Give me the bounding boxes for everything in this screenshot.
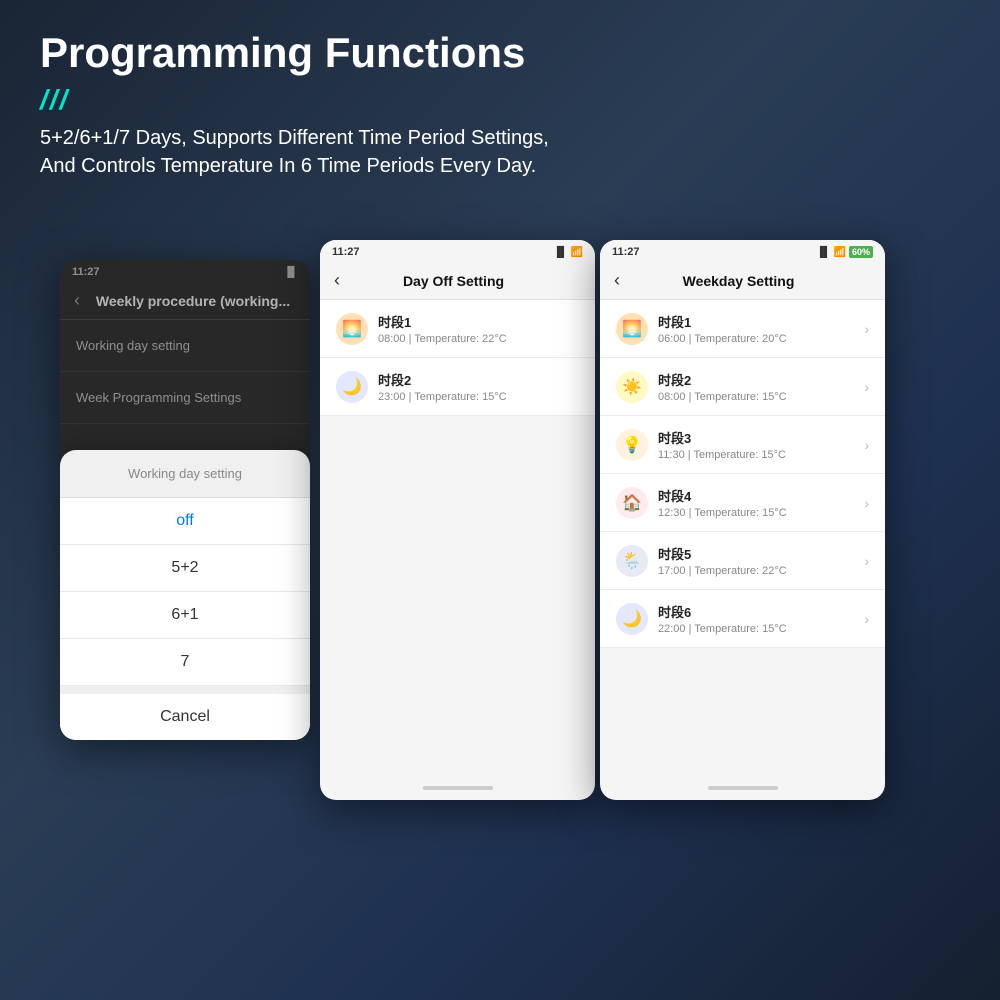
phone3-item-5-subtitle: 17:00 | Temperature: 22°C — [658, 565, 864, 577]
phone3-item-4[interactable]: 🏠 时段4 12:30 | Temperature: 15°C › — [600, 474, 885, 532]
phone-1: 11:27 ▐▌ ‹ Weekly procedure (working... … — [60, 260, 310, 740]
phone3-item-2[interactable]: ☀️ 时段2 08:00 | Temperature: 15°C › — [600, 358, 885, 416]
phone3-back-arrow[interactable]: ‹ — [614, 270, 620, 291]
phone3-icon-5: 🌦️ — [616, 545, 648, 577]
phone3-status-icons: ▐▌ 📶 60% — [816, 246, 873, 258]
phone-2: 11:27 ▐▌ 📶 ‹ Day Off Setting 🌅 时段1 08:00… — [320, 240, 595, 800]
phone2-home-indicator — [423, 786, 493, 790]
main-title: Programming Functions — [40, 30, 960, 76]
sheet-option-off[interactable]: off — [60, 498, 310, 545]
phone2-nav-title: Day Off Setting — [350, 273, 557, 289]
phone3-item-1-text: 时段1 06:00 | Temperature: 20°C — [658, 312, 864, 345]
sheet-option-7[interactable]: 7 — [60, 639, 310, 686]
sheet-cancel[interactable]: Cancel — [60, 694, 310, 740]
phone3-chevron-3: › — [864, 437, 869, 453]
phone3-item-4-text: 时段4 12:30 | Temperature: 15°C — [658, 486, 864, 519]
sheet-option-6plus1[interactable]: 6+1 — [60, 592, 310, 639]
phone3-item-4-subtitle: 12:30 | Temperature: 15°C — [658, 507, 864, 519]
phone3-item-6-subtitle: 22:00 | Temperature: 15°C — [658, 623, 864, 635]
phone3-item-3-title: 时段3 — [658, 428, 864, 447]
phone2-item-2-title: 时段2 — [378, 370, 579, 389]
phone3-item-4-title: 时段4 — [658, 486, 864, 505]
phone3-chevron-4: › — [864, 495, 869, 511]
phone2-item-2-text: 时段2 23:00 | Temperature: 15°C — [378, 370, 579, 403]
phone2-item-1[interactable]: 🌅 时段1 08:00 | Temperature: 22°C — [320, 300, 595, 358]
phones-container: 11:27 ▐▌ ‹ Weekly procedure (working... … — [30, 240, 970, 980]
phone3-item-5-text: 时段5 17:00 | Temperature: 22°C — [658, 544, 864, 577]
phone3-chevron-1: › — [864, 321, 869, 337]
phone2-item-1-title: 时段1 — [378, 312, 579, 331]
phone3-item-6[interactable]: 🌙 时段6 22:00 | Temperature: 15°C › — [600, 590, 885, 648]
phone3-item-2-text: 时段2 08:00 | Temperature: 15°C — [658, 370, 864, 403]
phone3-wifi-icon: 📶 — [834, 247, 846, 258]
phone3-item-1-title: 时段1 — [658, 312, 864, 331]
phone3-chevron-6: › — [864, 611, 869, 627]
phone2-item-2-subtitle: 23:00 | Temperature: 15°C — [378, 391, 579, 403]
phone-3: 11:27 ▐▌ 📶 60% ‹ Weekday Setting 🌅 时段1 0… — [600, 240, 885, 800]
phone3-nav-bar: ‹ Weekday Setting — [600, 262, 885, 300]
phone2-item-1-subtitle: 08:00 | Temperature: 22°C — [378, 333, 579, 345]
phone3-item-1[interactable]: 🌅 时段1 06:00 | Temperature: 20°C › — [600, 300, 885, 358]
phone3-icon-6: 🌙 — [616, 603, 648, 635]
phone3-time: 11:27 — [612, 246, 640, 258]
phone2-nav-bar: ‹ Day Off Setting — [320, 262, 595, 300]
phone3-status-bar: 11:27 ▐▌ 📶 60% — [600, 240, 885, 262]
header-section: Programming Functions /// 5+2/6+1/7 Days… — [40, 30, 960, 180]
phone3-item-6-text: 时段6 22:00 | Temperature: 15°C — [658, 602, 864, 635]
phone2-back-arrow[interactable]: ‹ — [334, 270, 340, 291]
phone2-icon-2: 🌙 — [336, 371, 368, 403]
subtitle: 5+2/6+1/7 Days, Supports Different Time … — [40, 124, 960, 180]
phone3-icon-2: ☀️ — [616, 371, 648, 403]
phone2-signal-icon: ▐▌ — [553, 247, 567, 258]
phone3-item-5[interactable]: 🌦️ 时段5 17:00 | Temperature: 22°C › — [600, 532, 885, 590]
phone3-item-2-title: 时段2 — [658, 370, 864, 389]
sheet-option-5plus2[interactable]: 5+2 — [60, 545, 310, 592]
phone2-item-1-text: 时段1 08:00 | Temperature: 22°C — [378, 312, 579, 345]
phone2-icon-1: 🌅 — [336, 313, 368, 345]
phone3-item-3[interactable]: 💡 时段3 11:30 | Temperature: 15°C › — [600, 416, 885, 474]
phone3-icon-4: 🏠 — [616, 487, 648, 519]
phone3-icon-1: 🌅 — [616, 313, 648, 345]
title-accent: /// — [40, 84, 960, 116]
sheet-title: Working day setting — [60, 450, 310, 498]
phone3-icon-3: 💡 — [616, 429, 648, 461]
phone2-status-bar: 11:27 ▐▌ 📶 — [320, 240, 595, 262]
phone3-signal-icon: ▐▌ — [816, 247, 830, 258]
phone3-chevron-2: › — [864, 379, 869, 395]
phone3-battery-badge: 60% — [849, 246, 873, 258]
phone3-item-3-text: 时段3 11:30 | Temperature: 15°C — [658, 428, 864, 461]
phone3-chevron-5: › — [864, 553, 869, 569]
subtitle-line1: 5+2/6+1/7 Days, Supports Different Time … — [40, 127, 549, 149]
phone2-time: 11:27 — [332, 246, 360, 258]
phone2-status-icons: ▐▌ 📶 — [553, 247, 583, 258]
phone3-item-2-subtitle: 08:00 | Temperature: 15°C — [658, 391, 864, 403]
phone3-item-5-title: 时段5 — [658, 544, 864, 563]
bottom-sheet: Working day setting off 5+2 6+1 7 Cancel — [60, 450, 310, 740]
phone3-nav-title: Weekday Setting — [630, 273, 847, 289]
subtitle-line2: And Controls Temperature In 6 Time Perio… — [40, 155, 536, 177]
phone2-item-2[interactable]: 🌙 时段2 23:00 | Temperature: 15°C — [320, 358, 595, 416]
phone3-item-1-subtitle: 06:00 | Temperature: 20°C — [658, 333, 864, 345]
phone3-item-3-subtitle: 11:30 | Temperature: 15°C — [658, 449, 864, 461]
phone3-item-6-title: 时段6 — [658, 602, 864, 621]
phone2-wifi-icon: 📶 — [571, 247, 583, 258]
phone3-home-indicator — [708, 786, 778, 790]
